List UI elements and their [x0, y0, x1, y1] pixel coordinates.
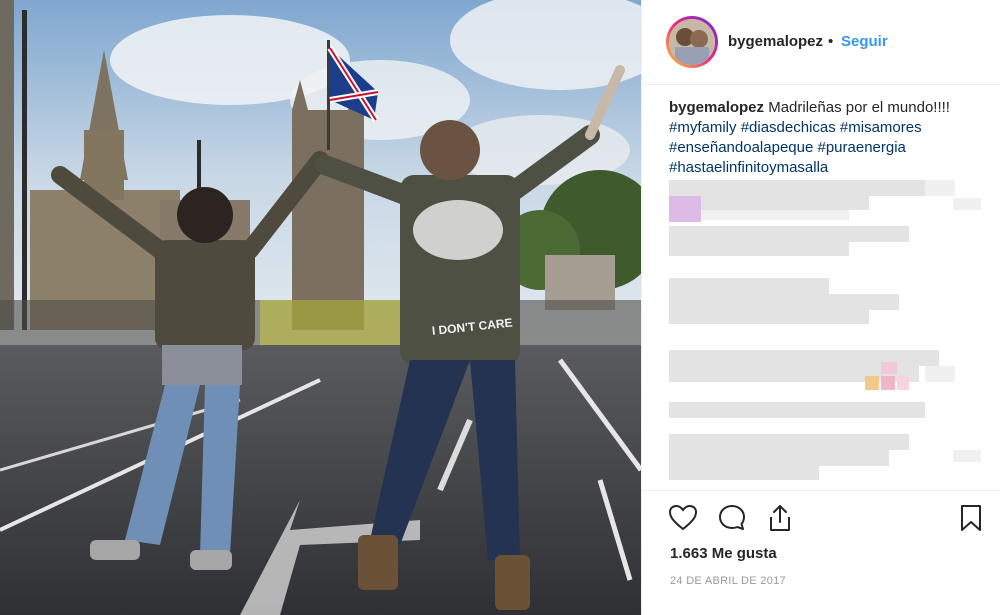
post-header: bygemalopez • Seguir	[642, 0, 1000, 85]
avatar[interactable]	[666, 16, 718, 68]
post-photo[interactable]: I DON'T CARE	[0, 0, 641, 615]
post-actions	[642, 490, 1000, 547]
username-link[interactable]: bygemalopez	[728, 33, 823, 50]
post-sidebar: bygemalopez • Seguir bygemalopez Madrile…	[641, 0, 1000, 615]
follow-button[interactable]: Seguir	[841, 33, 888, 50]
hashtag-link[interactable]: #misamores	[840, 119, 922, 136]
hashtag-link[interactable]: #hastaelinfinitoymasalla	[669, 159, 828, 176]
comment-icon[interactable]	[717, 503, 749, 535]
caption-username[interactable]: bygemalopez	[669, 99, 764, 116]
pixelated-block	[669, 180, 981, 480]
post-date: 24 DE ABRIL DE 2017	[670, 575, 786, 587]
post-caption: bygemalopez Madrileñas por el mundo!!!! …	[669, 98, 969, 178]
avatar-image	[669, 19, 715, 65]
bookmark-icon[interactable]	[956, 503, 988, 535]
post-photo-image: I DON'T CARE	[0, 0, 641, 615]
pixelated-comments	[669, 180, 981, 490]
hashtag-link[interactable]: #myfamily	[669, 119, 737, 136]
caption-text: Madrileñas por el mundo!!!!	[768, 99, 950, 116]
heart-icon[interactable]	[668, 503, 700, 535]
hashtag-link[interactable]: #enseñandoalapeque	[669, 139, 813, 156]
hashtag-link[interactable]: #puraenergia	[817, 139, 905, 156]
share-icon[interactable]	[765, 503, 797, 535]
likes-count[interactable]: 1.663 Me gusta	[670, 545, 777, 562]
separator-dot: •	[828, 33, 834, 50]
hashtag-link[interactable]: #diasdechicas	[741, 119, 836, 136]
